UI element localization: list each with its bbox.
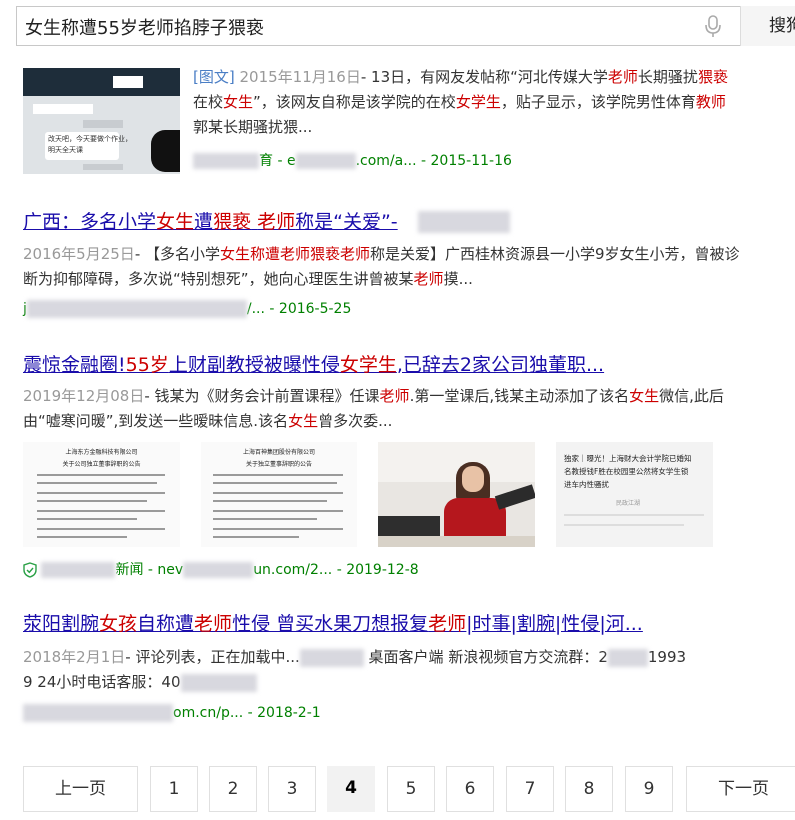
text-fragment: 郭某长期骚扰猥... [193, 118, 313, 136]
image-caption-meta: 民政江湖 [616, 500, 641, 507]
highlighted-term: 女生称遭老师猥亵老师 [220, 245, 371, 263]
highlighted-term: 女生 [156, 211, 195, 233]
image-subheading: 关于独立董事辞职的公告 [245, 461, 312, 468]
highlighted-term: 55岁 [125, 354, 169, 376]
search-input[interactable]: 女生称遭55岁老师掐脖子猥亵 [25, 14, 264, 40]
highlighted-term: 猥亵 [213, 211, 252, 233]
text-fragment: ，贴子显示，该学院男性体育 [500, 93, 696, 111]
text-fragment: 在校 [193, 93, 224, 111]
highlighted-term: 老师 [607, 68, 638, 86]
page-4-current: 4 [327, 766, 375, 812]
result-snippet: [图文] 2015年11月16日- 13日，有网友发帖称“河北传媒大学老师长期骚… [193, 65, 738, 140]
text-fragment: 自称遭 [137, 613, 195, 635]
result-url[interactable]: om.cn/p... - 2018-2-1 [23, 704, 321, 722]
text-fragment: 遭 [194, 211, 214, 233]
thumbnail-text: 改天吧，今天要做个作业， 明天全天课 [48, 135, 132, 154]
text-fragment: 震惊金融圈! [23, 354, 126, 376]
result-url[interactable]: 新闻 - nev un.com/2... - 2019-12-8 [23, 559, 419, 579]
result-url[interactable]: j/... - 2016-5-25 [23, 300, 351, 318]
highlighted-term: 女生 [223, 93, 254, 111]
text-fragment: 长期骚扰 [637, 68, 698, 86]
page-5[interactable]: 5 [387, 766, 435, 812]
result-image-3[interactable] [378, 442, 535, 547]
image-caption: 独家｜曝光！上海财大会计学院已婚知 名教授钱F胜在校园里公然将女学生锁 进车内性… [564, 454, 692, 489]
highlighted-term: 老师 [428, 613, 467, 635]
result-image-4[interactable]: 独家｜曝光！上海财大会计学院已婚知 名教授钱F胜在校园里公然将女学生锁 进车内性… [556, 442, 713, 547]
page-8[interactable]: 8 [565, 766, 613, 812]
result-snippet: 2018年2月1日- 评论列表，正在加载中... 桌面客户端 新浪视频官方交流群… [23, 648, 687, 692]
result-date: 2018年2月1日 [23, 648, 126, 666]
page-7[interactable]: 7 [506, 766, 554, 812]
result-date: 2016年5月25日 [23, 245, 135, 263]
result-snippet: 2019年12月08日- 钱某为《财务会计前置课程》任课老师.第一堂课后,钱某主… [23, 384, 753, 434]
image-heading: 上海东方金融科技有限公司 [65, 449, 138, 456]
text-fragment: 性侵 曾买水果刀想报复 [232, 613, 429, 635]
page-3[interactable]: 3 [268, 766, 316, 812]
result-url[interactable]: 育 - e .com/a... - 2015-11-16 [193, 150, 512, 170]
result-title[interactable]: 广西：多名小学女生遭猥亵 老师称是“关爱”- [23, 207, 398, 234]
highlighted-term: 猥亵 [697, 68, 728, 86]
page-6[interactable]: 6 [446, 766, 494, 812]
result-date: 2015年11月16日 [239, 68, 361, 86]
result-snippet: 2016年5月25日- 【多名小学女生称遭老师猥亵老师称是关爱】广西桂林资源县一… [23, 242, 753, 292]
image-heading: 上海百神集团股份有限公司 [242, 449, 315, 456]
image-subheading: 关于公司独立董事辞职的公告 [62, 461, 141, 468]
result-title[interactable]: 荥阳割腕女孩自称遭老师性侵 曾买水果刀想报复老师|时事|割腕|性侵|河... [23, 609, 643, 636]
highlighted-term: 老师 [413, 270, 444, 288]
text-fragment: 曾多次委... [318, 412, 393, 430]
microphone-icon[interactable] [700, 13, 726, 39]
search-button[interactable]: 搜狗 [740, 6, 795, 46]
highlighted-term: 老师 [194, 613, 233, 635]
text-fragment: - 【多名小学 [134, 245, 220, 263]
page-1[interactable]: 1 [150, 766, 198, 812]
highlighted-term: 老师 [257, 211, 296, 233]
text-fragment: - 钱某为《财务会计前置课程》任课 [144, 387, 380, 405]
highlighted-term: 女孩 [99, 613, 138, 635]
result-image-2[interactable]: 上海百神集团股份有限公司 关于独立董事辞职的公告 [201, 442, 357, 547]
result-thumbnail[interactable]: 改天吧，今天要做个作业， 明天全天课 [23, 68, 180, 174]
text-fragment: - 13日，有网友发帖称“河北传媒大学 [360, 68, 608, 86]
text-fragment: |时事|割腕|性侵|河... [466, 613, 643, 635]
prev-page-button[interactable]: 上一页 [23, 766, 138, 812]
next-page-button[interactable]: 下一页 [686, 766, 795, 812]
page-9[interactable]: 9 [625, 766, 673, 812]
page-2[interactable]: 2 [209, 766, 257, 812]
result-title[interactable]: 震惊金融圈!55岁上财副教授被曝性侵女学生,已辞去2家公司独董职... [23, 350, 604, 377]
verified-shield-icon [23, 562, 37, 578]
highlighted-term: 女学生 [339, 354, 397, 376]
highlighted-term: 教师 [695, 93, 726, 111]
highlighted-term: 女学生 [455, 93, 501, 111]
highlighted-term: 老师 [379, 387, 410, 405]
image-text-tag: [图文] [193, 68, 235, 86]
text-fragment: ,已辞去2家公司独董职... [396, 354, 605, 376]
text-fragment: 称是“关爱”- [295, 211, 398, 233]
result-date: 2019年12月08日 [23, 387, 145, 405]
search-bar: 女生称遭55岁老师掐脖子猥亵 搜狗 [16, 6, 795, 46]
text-fragment: 荥阳割腕 [23, 613, 100, 635]
result-image-1[interactable]: 上海东方金融科技有限公司 关于公司独立董事辞职的公告 [23, 442, 180, 547]
text-fragment: .第一堂课后,钱某主动添加了该名 [409, 387, 630, 405]
text-fragment: 上财副教授被曝性侵 [168, 354, 340, 376]
text-fragment: 广西：多名小学 [23, 211, 157, 233]
highlighted-term: 女生 [288, 412, 319, 430]
highlighted-term: 女生 [629, 387, 660, 405]
text-fragment: 摸... [443, 270, 473, 288]
title-redaction [418, 211, 510, 233]
text-fragment: ”，该网友自称是该学院的在校 [253, 93, 456, 111]
